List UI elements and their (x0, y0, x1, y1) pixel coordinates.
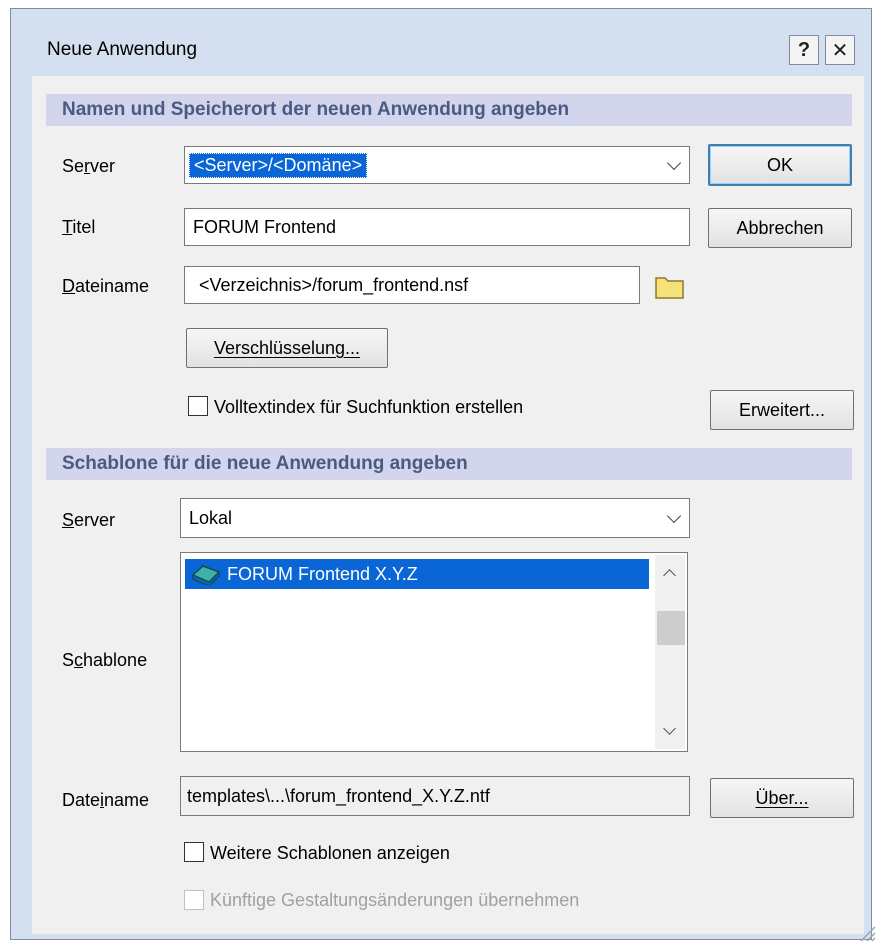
target-server-value: <Server>/<Domäne> (189, 152, 368, 178)
filename-label: Dateiname (62, 276, 150, 296)
title-label: Titel (62, 217, 96, 237)
template-server-value: Lokal (189, 507, 233, 528)
title-input[interactable]: FORUM Frontend (184, 208, 690, 246)
inherit-design-label: Künftige Gestaltungsänderungen übernehme… (210, 890, 580, 910)
encryption-button-label: Verschlüsselung... (213, 337, 361, 358)
scroll-down-icon[interactable] (663, 722, 676, 735)
chevron-down-icon[interactable] (666, 508, 682, 524)
encryption-button[interactable]: Verschlüsselung... (186, 328, 388, 368)
help-button[interactable]: ? (789, 35, 819, 65)
filename-input[interactable]: <Verzeichnis>/forum_frontend.nsf (184, 266, 640, 304)
template-list-scrollbar[interactable] (655, 555, 685, 749)
target-server-combobox[interactable]: <Server>/<Domäne> (184, 146, 690, 184)
ok-button[interactable]: OK (708, 144, 852, 186)
scroll-up-icon[interactable] (663, 569, 676, 582)
folder-icon[interactable] (654, 272, 686, 300)
close-button[interactable]: ✕ (825, 35, 855, 65)
template-item-label: FORUM Frontend X.Y.Z (227, 563, 418, 584)
section-template-heading: Schablone für die neue Anwendung angeben (46, 448, 852, 480)
template-server-combobox[interactable]: Lokal (180, 498, 690, 538)
more-templates-checkbox[interactable] (184, 842, 204, 862)
window-title: Neue Anwendung (47, 39, 198, 60)
inherit-design-checkbox[interactable] (184, 890, 204, 910)
template-filename-label: Dateiname (62, 790, 150, 810)
resize-grip-icon[interactable] (856, 922, 876, 942)
about-button-label: Über... (755, 787, 809, 808)
advanced-button[interactable]: Erweitert... (710, 390, 854, 430)
server-label: Server (62, 156, 116, 176)
database-book-icon (191, 565, 221, 585)
template-server-label: Server (62, 510, 116, 530)
more-templates-label[interactable]: Weitere Schablonen anzeigen (210, 843, 450, 864)
template-label: Schablone (62, 650, 148, 670)
about-button[interactable]: Über... (710, 778, 854, 818)
template-filename-field: templates\...\forum_frontend_X.Y.Z.ntf (180, 776, 690, 816)
section-name-location-heading: Namen und Speicherort der neuen Anwendun… (46, 94, 852, 126)
fulltext-label[interactable]: Volltextindex für Suchfunktion erstellen (214, 397, 523, 418)
template-listbox[interactable]: FORUM Frontend X.Y.Z (180, 552, 688, 752)
cancel-button[interactable]: Abbrechen (708, 208, 852, 248)
template-list-item[interactable]: FORUM Frontend X.Y.Z (185, 559, 649, 589)
fulltext-checkbox[interactable] (188, 396, 208, 416)
scroll-thumb[interactable] (657, 611, 685, 645)
chevron-down-icon[interactable] (666, 155, 682, 171)
